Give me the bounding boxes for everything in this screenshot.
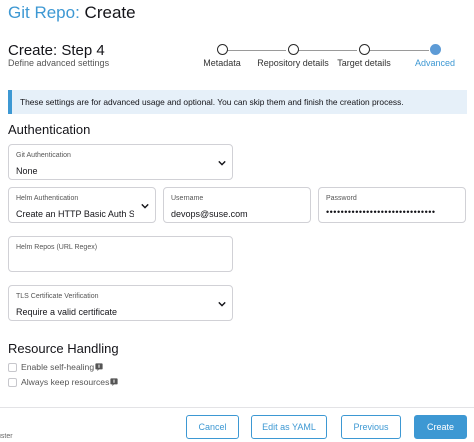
step-dot [358,44,370,55]
field-label: TLS Certificate Verification [16,293,99,300]
info-icon[interactable] [110,378,118,386]
field-value: Create an HTTP Basic Auth S... [16,209,134,219]
step-title: Create: Step 4 [8,42,105,59]
field-value: None [16,166,38,176]
chevron-down-icon [218,301,226,307]
self-healing-checkbox-row[interactable]: Enable self-healing [8,362,103,372]
helm-authentication-select[interactable]: Helm Authentication Create an HTTP Basic… [8,187,156,223]
git-authentication-select[interactable]: Git Authentication None [8,144,233,180]
self-healing-checkbox[interactable] [8,362,17,372]
tls-verification-select[interactable]: TLS Certificate Verification Require a v… [8,285,233,321]
authentication-heading: Authentication [8,122,91,137]
page-title-text: Create [84,3,136,22]
step-repository-details[interactable]: Repository details [251,44,335,68]
info-banner: These settings are for advanced usage an… [8,90,467,114]
field-label: Password [326,195,357,202]
info-icon[interactable] [95,363,103,371]
chevron-down-icon [218,160,226,166]
sidebar-fragment-text: uster [0,433,13,440]
step-dot [287,44,299,55]
keep-resources-checkbox-row[interactable]: Always keep resources [8,377,118,387]
field-value: Require a valid certificate [16,307,118,317]
wizard-stepper: Metadata Repository details Target detai… [190,44,460,74]
checkbox-label: Always keep resources [21,377,110,387]
info-banner-text: These settings are for advanced usage an… [20,97,404,107]
keep-resources-checkbox[interactable] [8,377,17,387]
chevron-down-icon [141,203,149,209]
field-label: Helm Authentication [16,195,79,202]
field-label: Username [171,195,204,202]
step-label: Target details [337,58,391,68]
step-metadata[interactable]: Metadata [192,44,252,68]
breadcrumb-git-repo[interactable]: Git Repo: [8,3,80,22]
helm-repos-input[interactable]: Helm Repos (URL Regex) [8,236,233,272]
field-value: •••••••••••••••••••••••••••••• [326,207,436,217]
step-subtitle: Define advanced settings [8,58,110,68]
field-label: Helm Repos (URL Regex) [16,244,98,251]
footer-divider [0,407,474,408]
username-input[interactable]: Username devops@suse.com [163,187,311,223]
step-dot-active [429,44,441,55]
step-dot [216,44,228,55]
page-title: Git Repo: Create [8,3,136,23]
step-advanced[interactable]: Advanced [406,44,464,68]
checkbox-label: Enable self-healing [21,362,95,372]
step-label: Repository details [257,58,329,68]
resource-handling-heading: Resource Handling [8,341,119,356]
create-button[interactable]: Create [414,415,467,439]
field-value: devops@suse.com [171,209,248,219]
edit-as-yaml-button[interactable]: Edit as YAML [251,415,327,439]
field-label: Git Authentication [16,152,71,159]
step-label: Metadata [203,58,241,68]
previous-button[interactable]: Previous [341,415,401,439]
password-input[interactable]: Password •••••••••••••••••••••••••••••• [318,187,466,223]
step-label: Advanced [414,58,456,68]
cancel-button[interactable]: Cancel [186,415,239,439]
step-target-details[interactable]: Target details [332,44,396,68]
